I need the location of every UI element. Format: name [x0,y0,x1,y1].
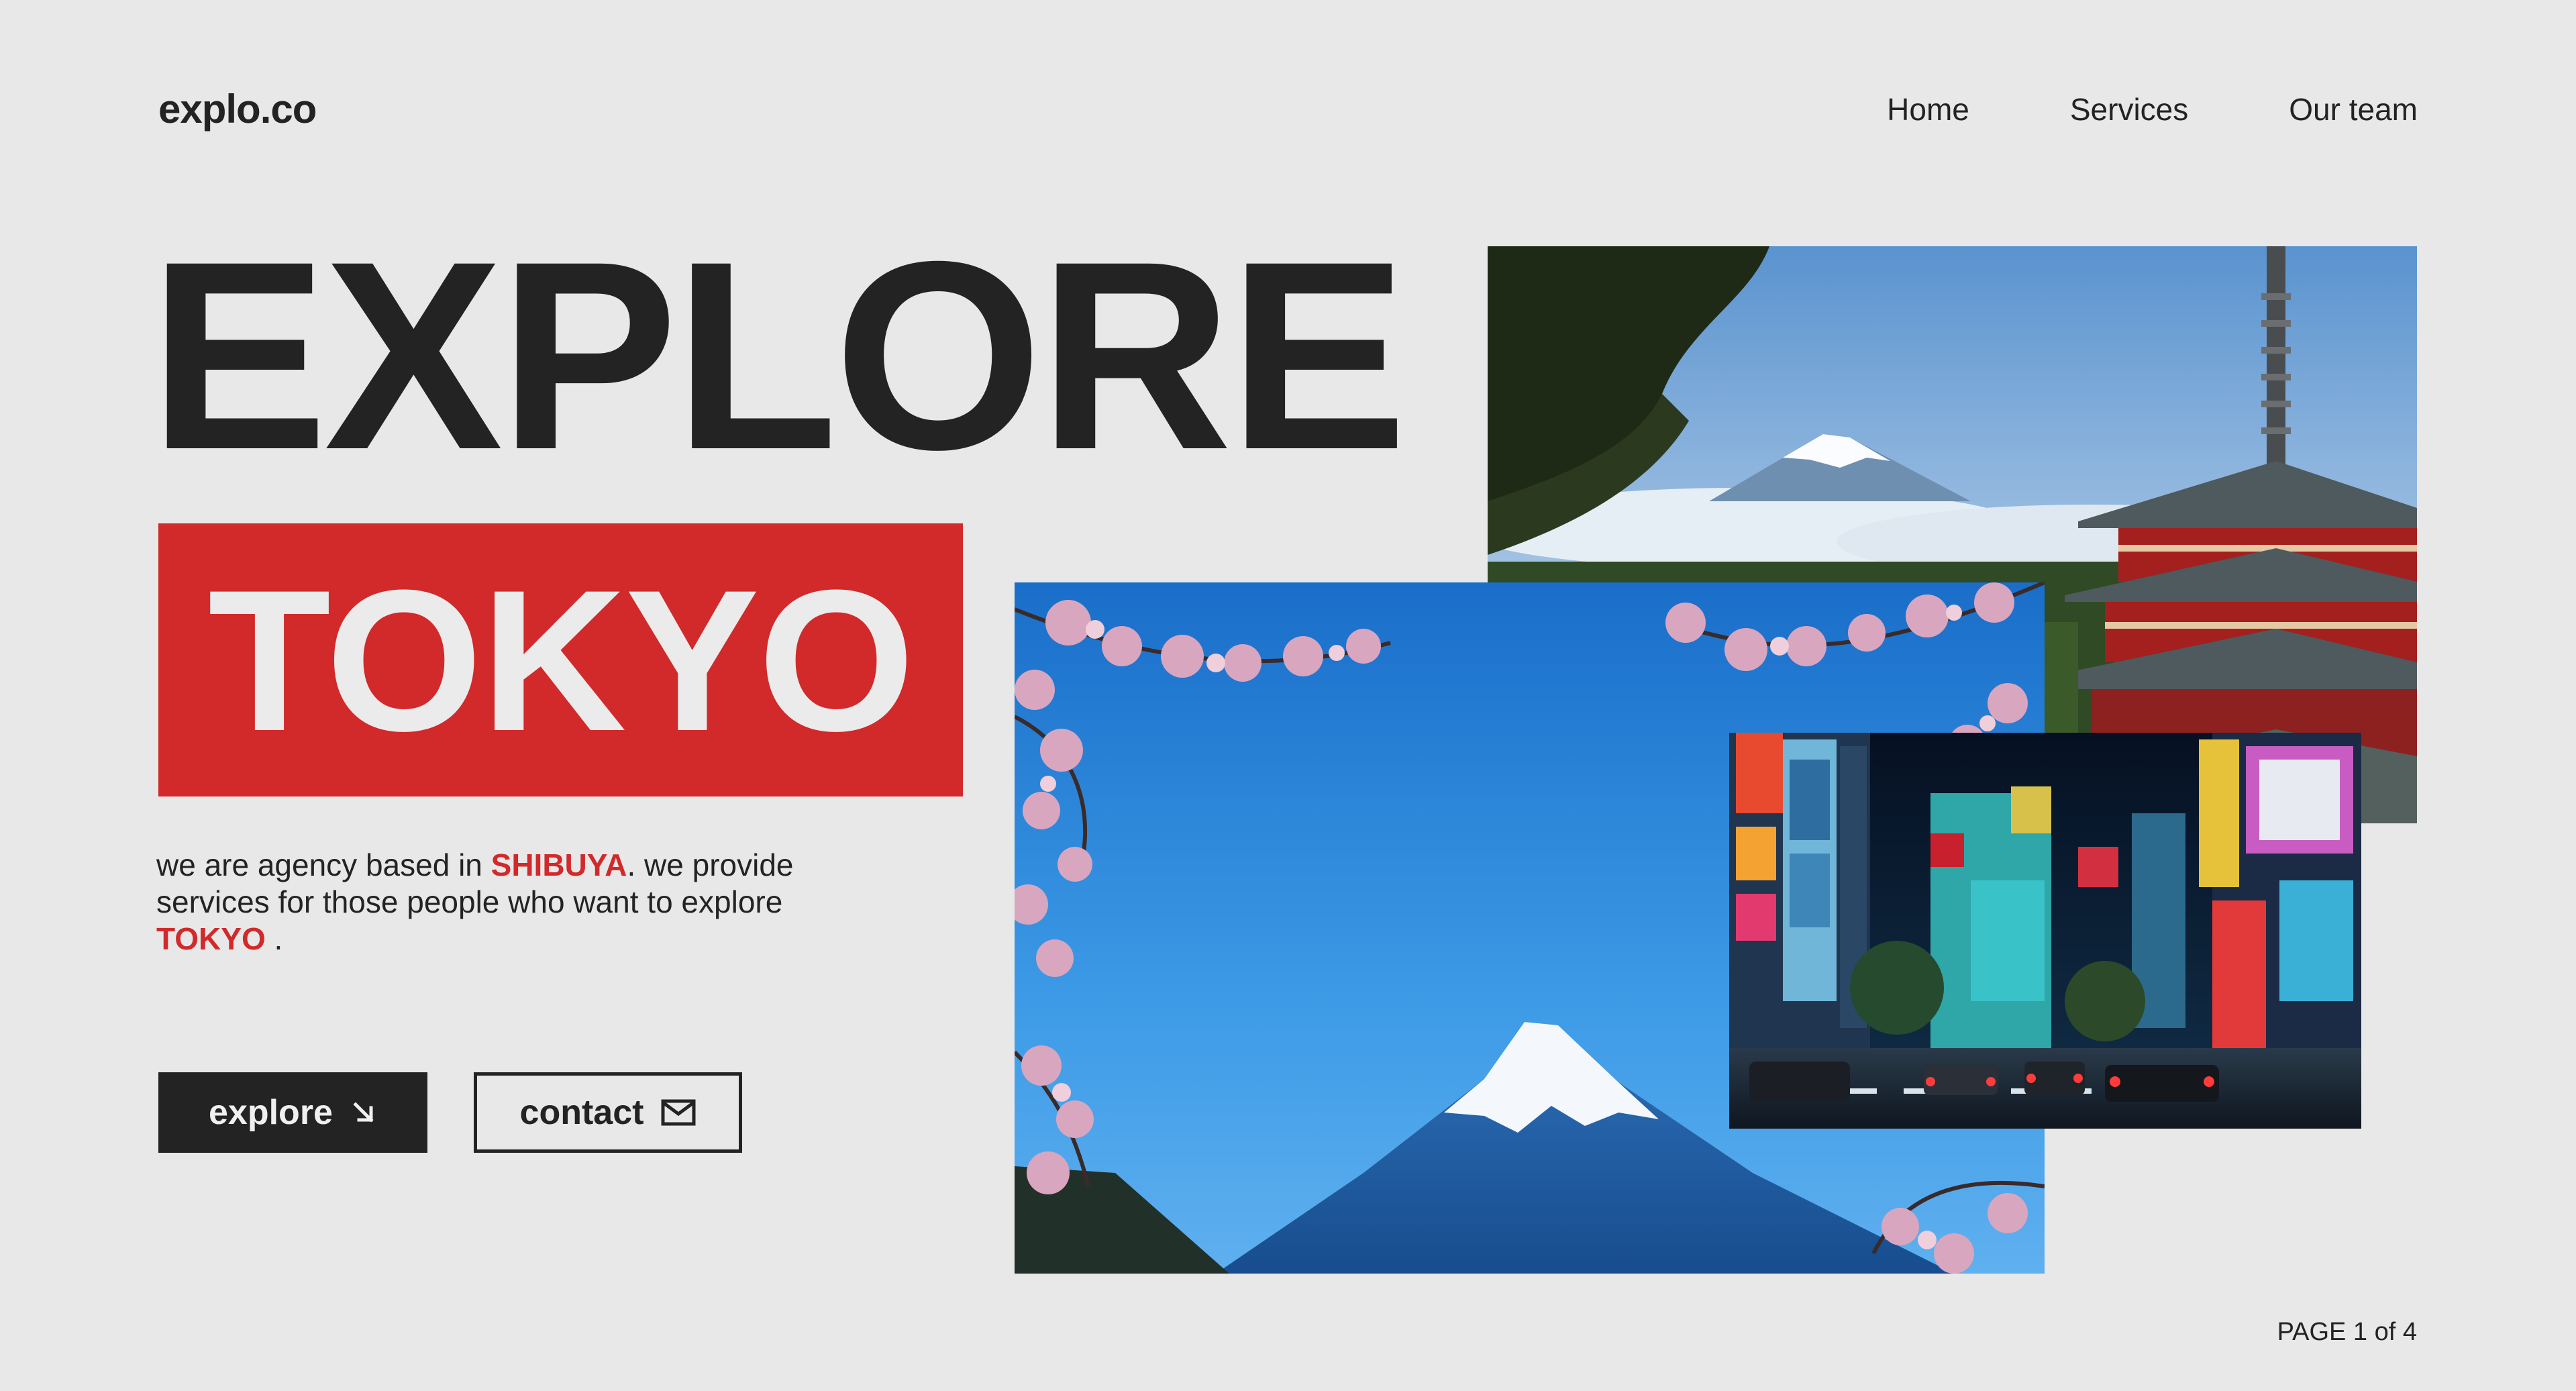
contact-button[interactable]: contact [474,1072,742,1153]
explore-button-label: explore [209,1093,333,1132]
hero-title-tokyo: TOKYO [207,547,915,773]
hero-title-explore: EXPLORE [149,205,1408,505]
explore-button[interactable]: explore [158,1072,427,1153]
nav-services[interactable]: Services [2070,91,2188,127]
nav-our-team[interactable]: Our team [2289,91,2418,127]
description-highlight-tokyo: TOKYO [156,921,266,956]
page-indicator: PAGE 1 of 4 [2277,1318,2417,1346]
shibuya-night-street-photo [1729,733,2361,1129]
mail-icon [661,1099,696,1126]
description-text: . [265,921,283,956]
nav-home[interactable]: Home [1887,91,1969,127]
top-nav: Home Services Our team [1887,91,2418,127]
contact-button-label: contact [519,1093,644,1132]
description-highlight-shibuya: SHIBUYA [491,847,627,882]
hero-title-tokyo-banner: TOKYO [158,523,963,796]
brand-logo[interactable]: explo.co [158,86,317,132]
arrow-down-right-icon [350,1099,377,1126]
description-text: we are agency based in [156,847,491,882]
agency-description: we are agency based in SHIBUYA. we provi… [156,847,894,958]
